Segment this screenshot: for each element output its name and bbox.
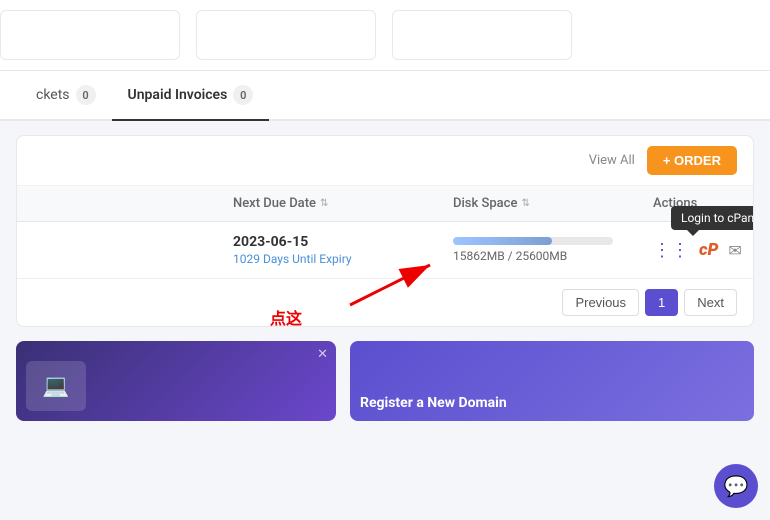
th-empty xyxy=(33,196,233,211)
promo-card-right: Register a New Domain xyxy=(350,341,754,421)
chat-icon: 💬 xyxy=(724,474,749,498)
card-1 xyxy=(0,10,180,60)
apps-icon[interactable]: ⋮⋮ xyxy=(653,240,689,261)
tab-unpaid-invoices-badge: 0 xyxy=(233,85,253,105)
chat-bubble[interactable]: 💬 xyxy=(714,464,758,508)
th-next-due-date: Next Due Date ⇅ xyxy=(233,196,453,211)
cpanel-tooltip: Login to cPanel xyxy=(671,206,754,230)
tab-tickets[interactable]: ckets 0 xyxy=(20,71,112,121)
cpanel-icon[interactable]: cP xyxy=(699,240,718,260)
tab-tickets-label: ckets xyxy=(36,87,70,103)
table: Next Due Date ⇅ Disk Space ⇅ Actions 202… xyxy=(17,186,753,279)
gear-icon[interactable]: ⚙ xyxy=(752,241,754,260)
date-main: 2023-06-15 xyxy=(233,234,453,250)
hosting-section: View All + ORDER Next Due Date ⇅ Disk Sp… xyxy=(16,135,754,327)
sort-icon-disk: ⇅ xyxy=(521,198,529,209)
promo-image-left: 💻 xyxy=(26,361,86,411)
promo-close-icon[interactable]: ✕ xyxy=(317,347,328,362)
promo-row: ✕ 💻 Register a New Domain xyxy=(16,341,754,421)
table-header: Next Due Date ⇅ Disk Space ⇅ Actions xyxy=(17,186,753,222)
promo-title: Register a New Domain xyxy=(360,395,507,411)
mail-icon[interactable]: ✉ xyxy=(728,241,741,260)
tab-unpaid-invoices[interactable]: Unpaid Invoices 0 xyxy=(112,71,270,121)
cell-date: 2023-06-15 1029 Days Until Expiry xyxy=(233,234,453,266)
section-header: View All + ORDER xyxy=(17,136,753,186)
sort-icon-date: ⇅ xyxy=(320,198,328,209)
date-sub: 1029 Days Until Expiry xyxy=(233,252,453,266)
pagination: Previous 1 Next xyxy=(17,279,753,326)
progress-bar-fill xyxy=(453,237,552,245)
card-3 xyxy=(392,10,572,60)
order-button[interactable]: + ORDER xyxy=(647,146,737,175)
cell-actions: Login to cPanel ⋮⋮ cP ✉ ⚙ ℹ xyxy=(653,240,754,261)
th-disk-space: Disk Space ⇅ xyxy=(453,196,653,211)
promo-card-left: ✕ 💻 xyxy=(16,341,336,421)
page-1-button[interactable]: 1 xyxy=(645,289,678,316)
tab-tickets-badge: 0 xyxy=(76,85,96,105)
promo-device-icon: 💻 xyxy=(42,374,69,399)
prev-button[interactable]: Previous xyxy=(562,289,639,316)
progress-bar-wrap xyxy=(453,237,613,245)
cell-disk: 15862MB / 25600MB xyxy=(453,237,653,263)
table-row: 2023-06-15 1029 Days Until Expiry 15862M… xyxy=(17,222,753,279)
disk-text: 15862MB / 25600MB xyxy=(453,249,653,263)
card-2 xyxy=(196,10,376,60)
next-button[interactable]: Next xyxy=(684,289,737,316)
cards-area xyxy=(0,0,770,71)
view-all-link[interactable]: View All xyxy=(589,153,635,168)
tab-unpaid-invoices-label: Unpaid Invoices xyxy=(128,87,228,103)
tabs-row: ckets 0 Unpaid Invoices 0 xyxy=(0,71,770,121)
